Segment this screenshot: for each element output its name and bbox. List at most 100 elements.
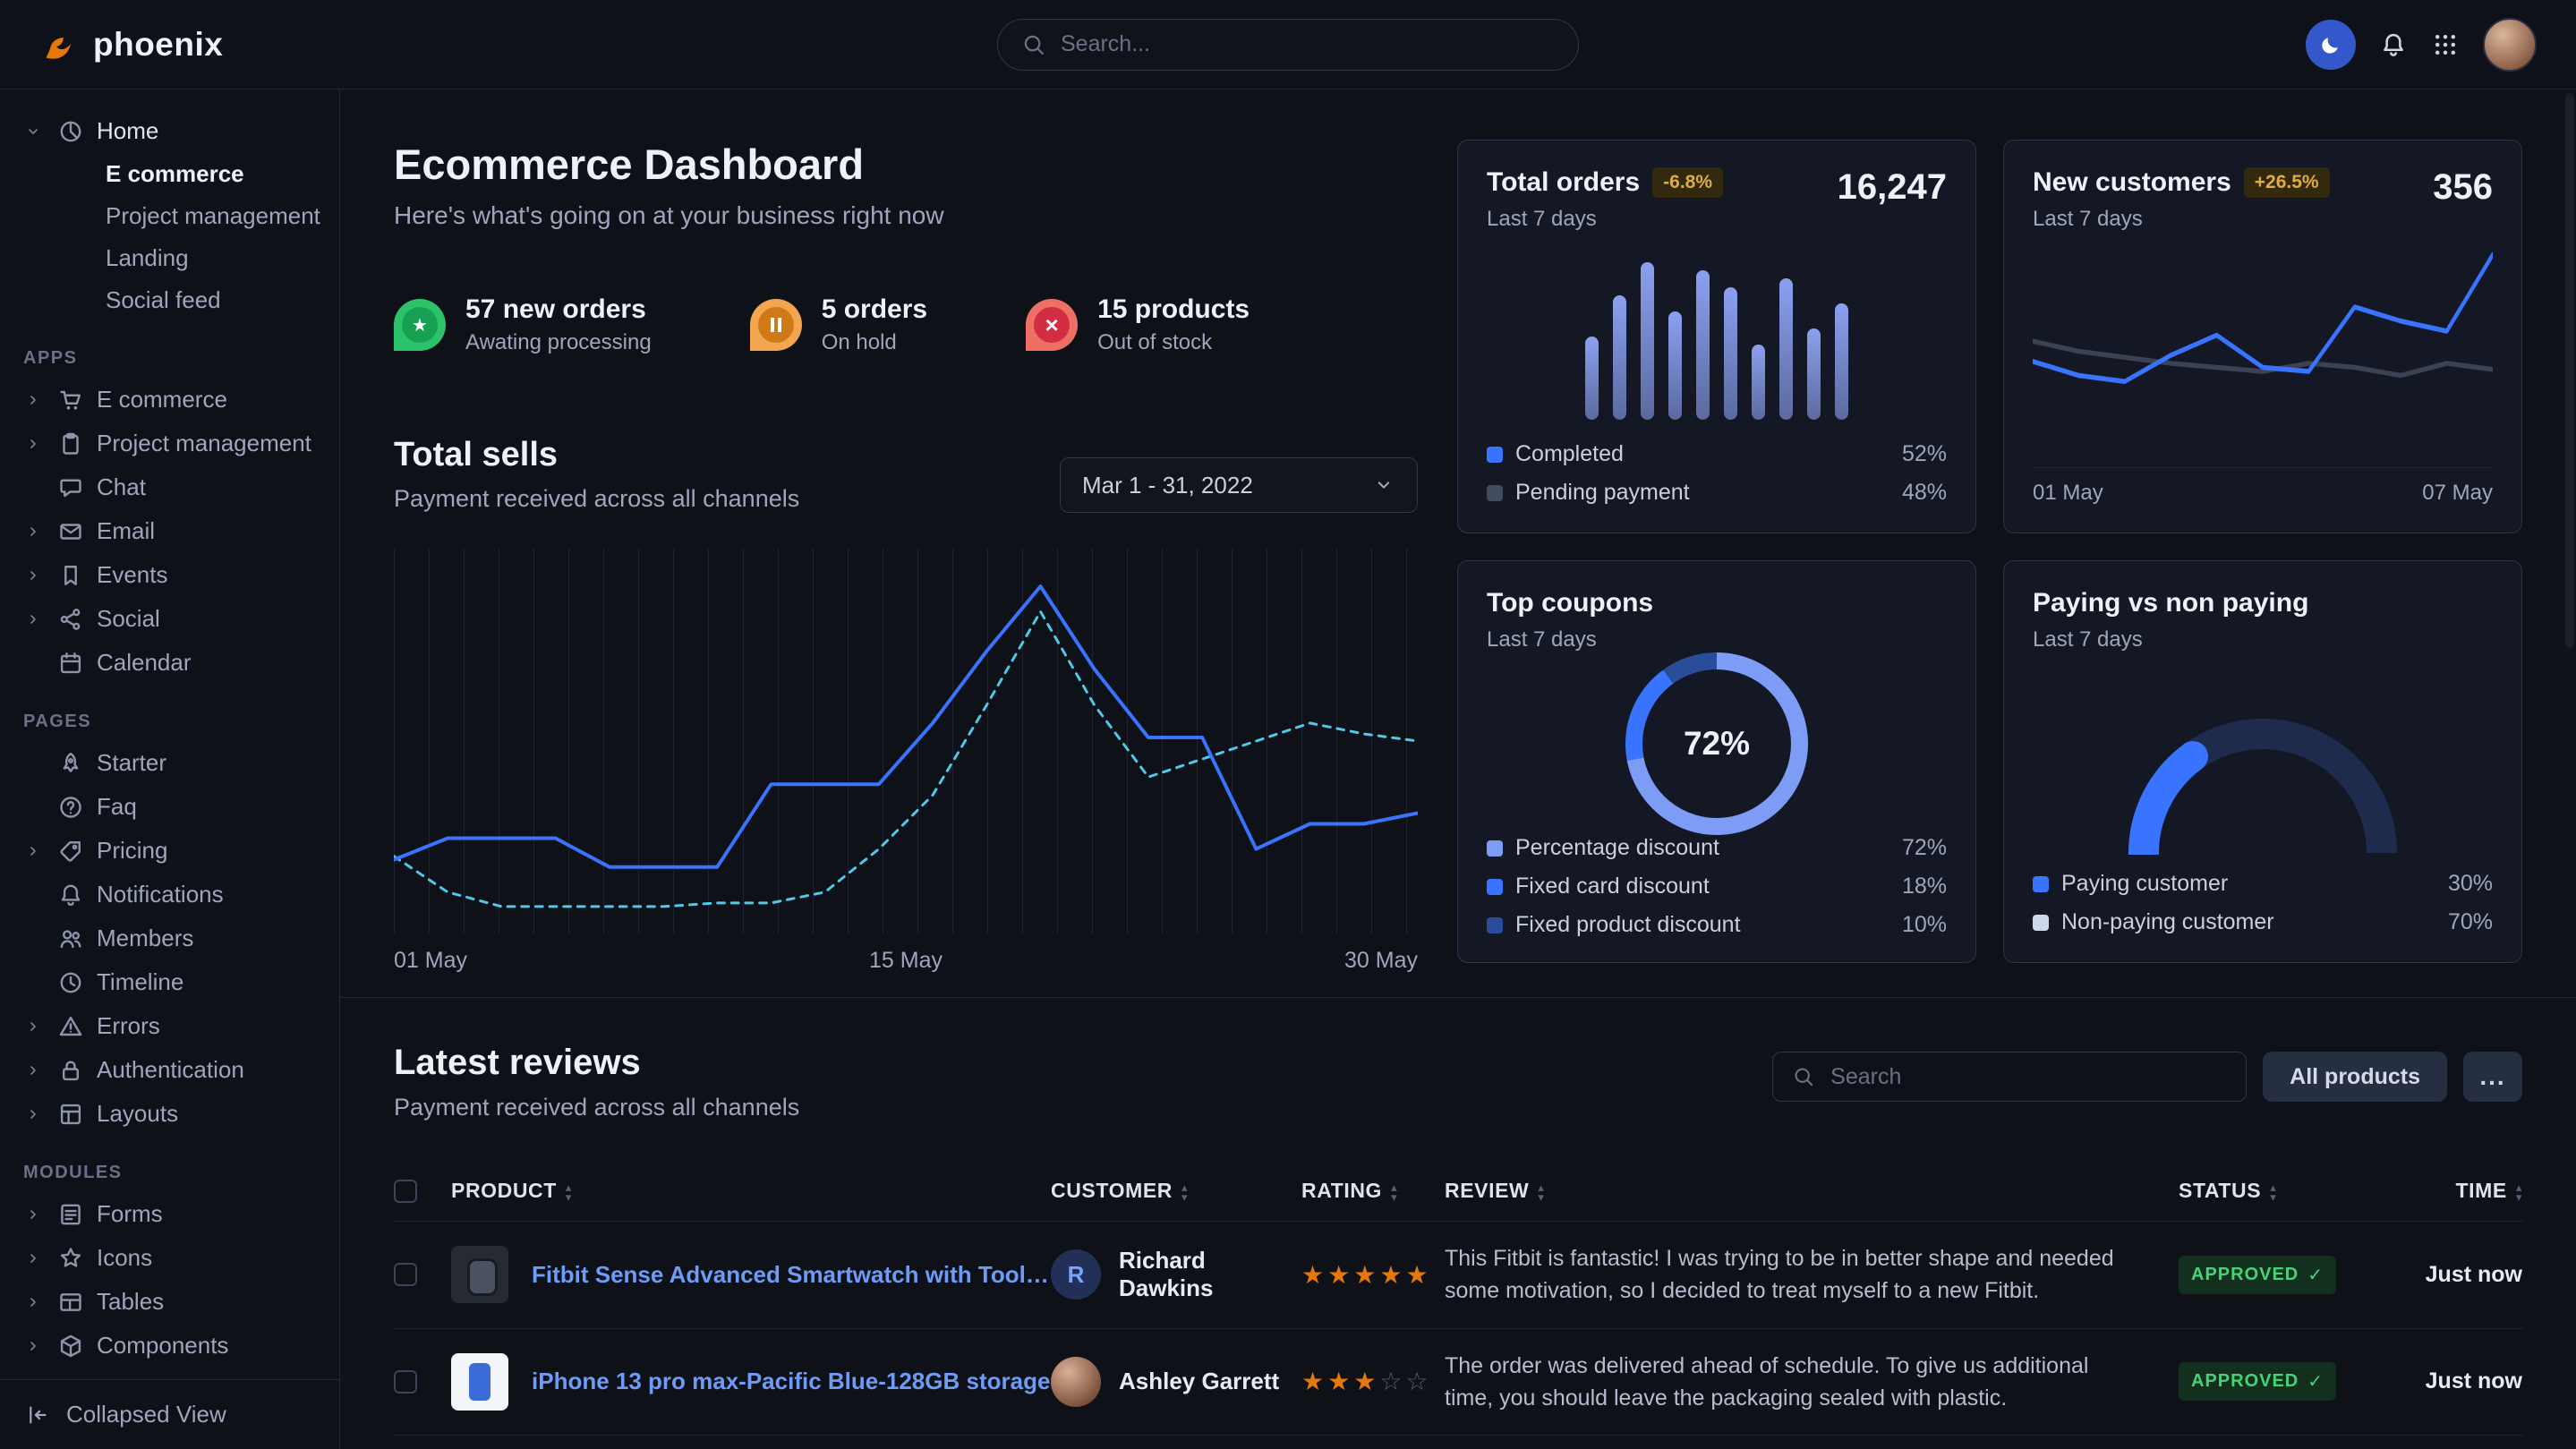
legend-item: Pending payment 48% bbox=[1487, 480, 1947, 506]
apps-menu-button[interactable] bbox=[2431, 30, 2460, 59]
brand[interactable]: phoenix bbox=[39, 25, 223, 64]
users-icon bbox=[57, 925, 84, 952]
column-status[interactable]: STATUS▴▾ bbox=[2179, 1161, 2407, 1222]
product-link[interactable]: iPhone 13 pro max-Pacific Blue-128GB sto… bbox=[532, 1368, 1050, 1395]
new-customers-line-chart bbox=[2033, 241, 2493, 462]
caret-right-icon bbox=[24, 1105, 42, 1123]
sidebar-item-ecommerce[interactable]: E commerce bbox=[0, 378, 339, 422]
caret-right-icon bbox=[24, 1249, 42, 1267]
pause-icon bbox=[771, 318, 781, 332]
reviews-search bbox=[1772, 1052, 2247, 1102]
sidebar-item-components[interactable]: Components bbox=[0, 1324, 339, 1368]
star-rating: ★★★☆☆ bbox=[1301, 1367, 1445, 1396]
product-link[interactable]: Fitbit Sense Advanced Smartwatch with To… bbox=[532, 1261, 1051, 1289]
reviews-search-input[interactable] bbox=[1772, 1052, 2247, 1102]
sidebar-item-faq[interactable]: Faq bbox=[0, 785, 339, 829]
global-search-input[interactable] bbox=[1061, 31, 1555, 57]
sidebar-item-pricing[interactable]: Pricing bbox=[0, 829, 339, 873]
customer-avatar: R bbox=[1051, 1249, 1101, 1300]
search-icon bbox=[1792, 1065, 1815, 1088]
theme-toggle-button[interactable] bbox=[2306, 20, 2356, 70]
more-options-button[interactable]: ... bbox=[2463, 1052, 2522, 1102]
star-icon: ★ bbox=[412, 314, 428, 337]
review-time: Just now bbox=[2426, 1262, 2522, 1287]
sidebar-item-tables[interactable]: Tables bbox=[0, 1280, 339, 1324]
sidebar-item-layouts[interactable]: Layouts bbox=[0, 1092, 339, 1136]
stat-orders-on-hold: 5 orders On hold bbox=[750, 294, 927, 355]
sidebar-item-email[interactable]: Email bbox=[0, 509, 339, 553]
brand-name: phoenix bbox=[93, 26, 223, 64]
chevron-down-icon bbox=[24, 123, 42, 141]
page-title: Ecommerce Dashboard bbox=[394, 140, 1418, 189]
top-coupons-card: Top coupons Last 7 days 72% Percentage d… bbox=[1457, 560, 1976, 963]
reviews-subtitle: Payment received across all channels bbox=[394, 1094, 799, 1121]
lock-icon bbox=[57, 1057, 84, 1084]
question-icon bbox=[57, 794, 84, 821]
column-product[interactable]: PRODUCT▴▾ bbox=[451, 1161, 1051, 1222]
column-rating[interactable]: RATING▴▾ bbox=[1301, 1161, 1445, 1222]
stat-new-orders: ★ 57 new orders Awating processing bbox=[394, 294, 652, 355]
bell-icon bbox=[57, 882, 84, 908]
star-rating: ★★★★★ bbox=[1301, 1260, 1445, 1290]
out-of-stock-ribbon-icon: × bbox=[1026, 299, 1078, 351]
phoenix-logo-icon bbox=[39, 25, 79, 64]
sidebar-item-events[interactable]: Events bbox=[0, 553, 339, 597]
check-icon: ✓ bbox=[2307, 1370, 2324, 1393]
form-icon bbox=[57, 1201, 84, 1228]
table-row: iPhone 13 pro max-Pacific Blue-128GB sto… bbox=[394, 1328, 2522, 1436]
review-time: Just now bbox=[2426, 1368, 2522, 1394]
date-range-select[interactable]: Mar 1 - 31, 2022 bbox=[1060, 457, 1418, 513]
customer-name: Richard Dawkins bbox=[1119, 1247, 1301, 1302]
total-orders-card: Total orders -6.8% Last 7 days 16,247 Co… bbox=[1457, 140, 1976, 533]
sidebar-nav: Home E commerce Project management Landi… bbox=[0, 89, 339, 1379]
sidebar-subitem-ecommerce[interactable]: E commerce bbox=[0, 153, 339, 195]
on-hold-ribbon-icon bbox=[750, 299, 802, 351]
table-header-row: PRODUCT▴▾ CUSTOMER▴▾ RATING▴▾ REVIEW▴▾ S… bbox=[394, 1161, 2522, 1222]
caret-right-icon bbox=[24, 1018, 42, 1036]
kpi-cards: Total orders -6.8% Last 7 days 16,247 Co… bbox=[1457, 140, 2522, 974]
total-sells-title: Total sells bbox=[394, 436, 799, 474]
review-text: This Fitbit is fantastic! I was trying t… bbox=[1445, 1242, 2179, 1308]
page-scrollbar[interactable] bbox=[2565, 93, 2574, 648]
table-row: Fitbit Sense Advanced Smartwatch with To… bbox=[394, 1222, 2522, 1329]
notifications-button[interactable] bbox=[2379, 30, 2408, 59]
box-icon bbox=[57, 1333, 84, 1360]
row-checkbox[interactable] bbox=[394, 1263, 417, 1286]
sidebar-item-forms[interactable]: Forms bbox=[0, 1192, 339, 1236]
sidebar-item-icons[interactable]: Icons bbox=[0, 1236, 339, 1280]
caret-right-icon bbox=[24, 1206, 42, 1223]
sidebar-item-social[interactable]: Social bbox=[0, 597, 339, 641]
stats-row: ★ 57 new orders Awating processing 5 ord… bbox=[394, 294, 1418, 355]
sidebar-item-project-management[interactable]: Project management bbox=[0, 422, 339, 465]
column-review[interactable]: REVIEW▴▾ bbox=[1445, 1161, 2179, 1222]
sidebar-subitem-project-management[interactable]: Project management bbox=[0, 195, 339, 237]
legend-item: Fixed product discount 10% bbox=[1487, 912, 1947, 938]
product-thumbnail bbox=[451, 1353, 508, 1411]
sidebar-item-authentication[interactable]: Authentication bbox=[0, 1048, 339, 1092]
collapse-icon bbox=[25, 1402, 50, 1428]
sidebar-item-members[interactable]: Members bbox=[0, 916, 339, 960]
sidebar-item-chat[interactable]: Chat bbox=[0, 465, 339, 509]
row-checkbox[interactable] bbox=[394, 1370, 417, 1394]
sidebar-item-calendar[interactable]: Calendar bbox=[0, 641, 339, 685]
new-orders-ribbon-icon: ★ bbox=[394, 299, 446, 351]
tag-icon bbox=[57, 838, 84, 865]
collapse-sidebar-button[interactable]: Collapsed View bbox=[0, 1379, 339, 1449]
column-customer[interactable]: CUSTOMER▴▾ bbox=[1051, 1161, 1301, 1222]
sidebar-item-notifications[interactable]: Notifications bbox=[0, 873, 339, 916]
cart-icon bbox=[57, 387, 84, 413]
select-all-checkbox[interactable] bbox=[394, 1180, 417, 1203]
caret-right-icon bbox=[24, 1293, 42, 1311]
sidebar-item-timeline[interactable]: Timeline bbox=[0, 960, 339, 1004]
all-products-button[interactable]: All products bbox=[2263, 1052, 2447, 1102]
sidebar-item-home[interactable]: Home bbox=[0, 109, 339, 153]
sidebar-subitem-landing[interactable]: Landing bbox=[0, 237, 339, 279]
sidebar-item-errors[interactable]: Errors bbox=[0, 1004, 339, 1048]
column-time[interactable]: TIME▴▾ bbox=[2407, 1161, 2522, 1222]
new-customers-badge: +26.5% bbox=[2244, 167, 2330, 198]
sidebar-subitem-social-feed[interactable]: Social feed bbox=[0, 279, 339, 321]
sort-icon: ▴▾ bbox=[2516, 1182, 2522, 1202]
user-avatar[interactable] bbox=[2483, 18, 2537, 72]
total-orders-value: 16,247 bbox=[1838, 167, 1947, 208]
sidebar-item-starter[interactable]: Starter bbox=[0, 741, 339, 785]
